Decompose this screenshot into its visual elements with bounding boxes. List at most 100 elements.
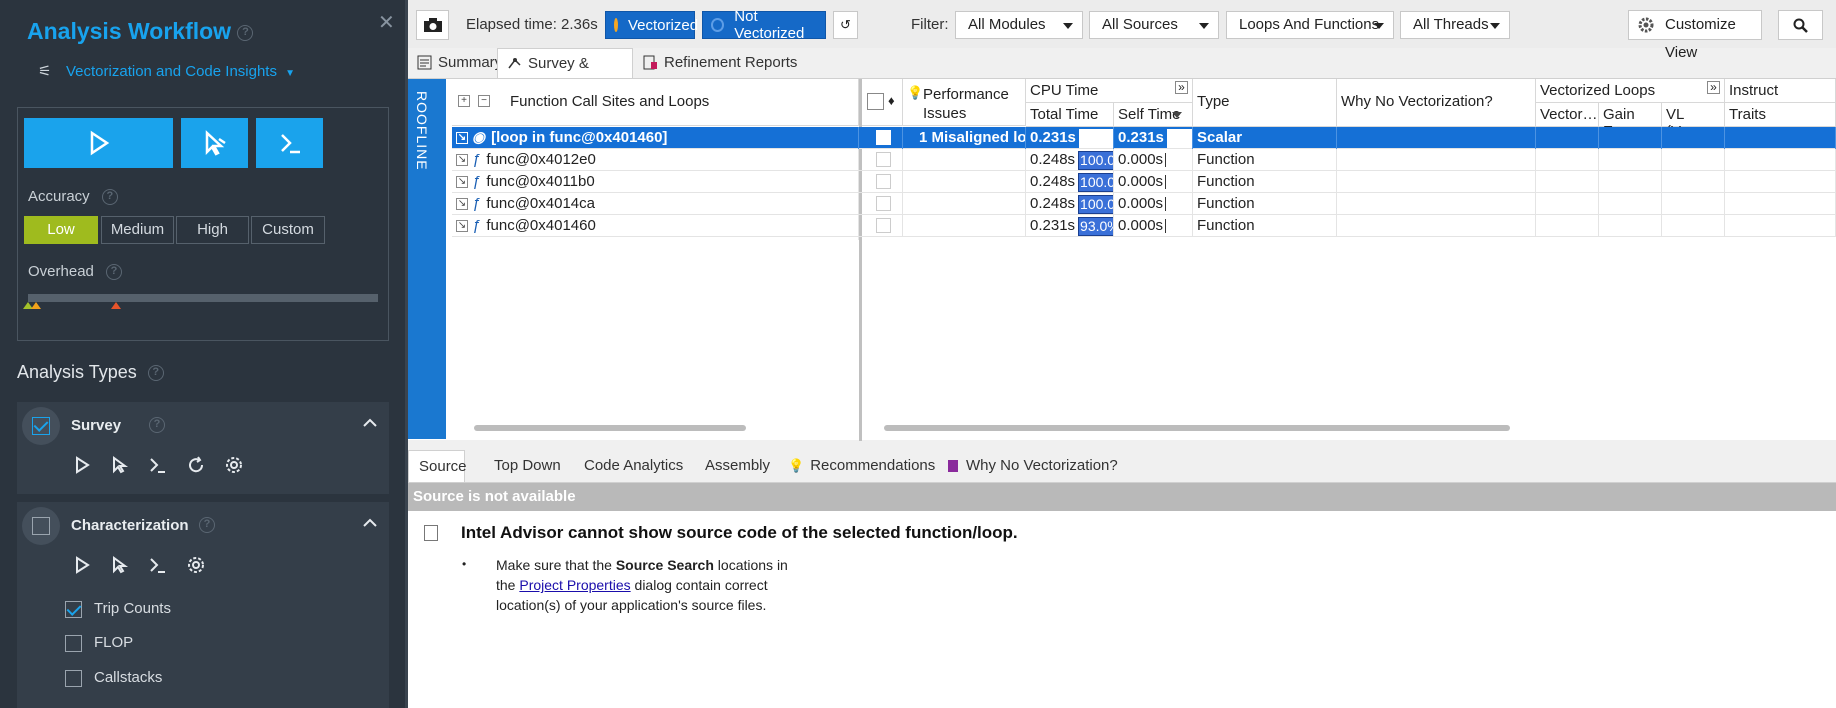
roofline-sidebar-toggle[interactable]: ROOFLINE <box>408 79 446 439</box>
cpu-time-header[interactable]: CPU Time » <box>1026 79 1193 103</box>
option-callstacks[interactable]: Callstacks <box>65 669 162 687</box>
navigate-icon[interactable]: ↘ <box>456 220 468 233</box>
tree-horizontal-scrollbar[interactable] <box>474 425 746 431</box>
run-button[interactable] <box>24 118 173 168</box>
trip-counts-checkbox[interactable] <box>65 600 82 618</box>
snapshot-button[interactable] <box>416 10 449 40</box>
help-icon[interactable]: ? <box>101 189 118 206</box>
help-icon[interactable]: ? <box>149 417 165 433</box>
tab-recommendations[interactable]: 💡 Recommendations <box>788 450 935 482</box>
row-checkbox[interactable] <box>876 196 891 211</box>
chevron-up-icon[interactable] <box>363 416 377 430</box>
help-icon[interactable]: ? <box>106 264 123 281</box>
help-icon[interactable]: ? <box>147 365 164 382</box>
help-icon[interactable]: ? <box>199 517 215 533</box>
project-properties-link[interactable]: Project Properties <box>519 577 630 593</box>
tab-summary[interactable]: Summary <box>408 48 502 78</box>
navigate-icon[interactable]: ↘ <box>456 198 468 211</box>
threads-dropdown[interactable]: All Threads <box>1400 11 1510 39</box>
search-button[interactable] <box>1778 10 1823 40</box>
option-trip-counts[interactable]: Trip Counts <box>65 600 171 618</box>
close-icon[interactable]: ✕ <box>378 10 395 35</box>
customize-view-button[interactable]: Customize View <box>1628 10 1762 61</box>
sel-cell <box>862 193 903 215</box>
row-checkbox[interactable] <box>876 130 891 145</box>
accuracy-low-button[interactable]: Low <box>24 216 98 244</box>
tab-code-analytics[interactable]: Code Analytics <box>584 450 683 482</box>
table-row[interactable]: ↘ƒfunc@0x4014ca0.248s100.0%0.000sFunctio… <box>452 193 1836 218</box>
expand-column-icon[interactable]: » <box>1175 81 1188 94</box>
why-no-vectorization-header[interactable]: Why No Vectorization? <box>1337 79 1536 127</box>
not-vectorized-filter-button[interactable]: Not Vectorized <box>702 8 826 42</box>
row-checkbox[interactable] <box>876 152 891 167</box>
vl-header[interactable]: VL (Ve… <box>1662 103 1725 140</box>
perf-issues-header[interactable]: 💡 Performance Issues <box>903 79 1026 126</box>
tab-source[interactable]: Source <box>408 450 467 482</box>
tab-survey-roofline[interactable]: Survey & Roofline <box>497 48 633 102</box>
vectorized-filter-button[interactable]: Vectorized <box>605 11 698 39</box>
why-cell <box>1337 193 1536 215</box>
tab-why-no-vectorization[interactable]: Why No Vectorization? <box>948 450 1118 482</box>
command-line-button[interactable] <box>256 118 323 168</box>
callstacks-checkbox[interactable] <box>65 669 82 687</box>
table-row[interactable]: ↘ƒfunc@0x4012e00.248s100.0%0.000sFunctio… <box>452 149 1836 174</box>
play-icon[interactable] <box>71 454 93 476</box>
chevron-up-icon[interactable] <box>363 516 377 530</box>
terminal-icon[interactable] <box>147 454 169 476</box>
survey-checkbox[interactable] <box>32 417 50 435</box>
function-name-cell[interactable]: ↘ ƒ func@0x401460 <box>452 215 859 240</box>
option-flop[interactable]: FLOP <box>65 634 133 652</box>
accuracy-high-button[interactable]: High <box>176 216 249 244</box>
type-header[interactable]: Type <box>1193 79 1337 127</box>
cursor-run-icon[interactable] <box>109 554 131 576</box>
navigate-icon[interactable]: ↘ <box>456 176 468 189</box>
gear-icon[interactable] <box>185 554 207 576</box>
instruction-set-header[interactable]: Instruct <box>1725 79 1836 103</box>
refresh-icon[interactable] <box>185 454 207 476</box>
loop-filter-button[interactable]: ↺ <box>833 11 858 39</box>
flop-checkbox[interactable] <box>65 634 82 652</box>
sources-dropdown[interactable]: All Sources <box>1089 11 1219 39</box>
tab-top-down[interactable]: Top Down <box>494 450 561 482</box>
gain-header[interactable]: Gain E… <box>1599 103 1662 140</box>
cursor-run-icon[interactable] <box>109 454 131 476</box>
accuracy-medium-button[interactable]: Medium <box>101 216 174 244</box>
run-selected-button[interactable] <box>181 118 248 168</box>
tab-refinement-reports[interactable]: Refinement Reports <box>634 48 804 78</box>
characterization-header[interactable]: Characterization ? <box>17 502 389 552</box>
table-row[interactable]: ↘ ◉ [loop in func@0x401460] 1 Misaligned lo… <box>452 127 1836 152</box>
select-all-checkbox[interactable] <box>867 93 884 110</box>
metrics-horizontal-scrollbar[interactable] <box>884 425 1510 431</box>
perf-issue-text[interactable]: 1 Misaligned lo… <box>903 129 1025 146</box>
play-icon[interactable] <box>71 554 93 576</box>
v1-cell <box>1536 193 1599 215</box>
loops-dropdown[interactable]: Loops And Functions <box>1226 11 1394 39</box>
characterization-checkbox[interactable] <box>32 517 50 535</box>
vectorized-loops-header[interactable]: Vectorized Loops » <box>1536 79 1725 103</box>
navigate-icon[interactable]: ↘ <box>456 154 468 167</box>
function-column-header[interactable]: + − Function Call Sites and Loops <box>452 79 859 126</box>
cpu-time-header-label: CPU Time <box>1030 82 1099 99</box>
collapse-all-icon[interactable]: − <box>478 95 490 107</box>
select-column-header[interactable]: ♦ <box>862 79 903 126</box>
traits-header[interactable]: Traits <box>1725 103 1836 127</box>
workflow-selector[interactable]: ⚟ Vectorization and Code Insights ▼ <box>38 62 295 80</box>
row-checkbox[interactable] <box>876 218 891 233</box>
accuracy-custom-button[interactable]: Custom <box>251 216 325 244</box>
total-time-header[interactable]: Total Time <box>1026 103 1114 127</box>
expand-column-icon[interactable]: » <box>1707 81 1720 94</box>
table-row[interactable]: ↘ƒfunc@0x4014600.231s93.0%0.000sFunction <box>452 215 1836 240</box>
self-time-header[interactable]: Self Time <box>1114 103 1193 127</box>
help-icon[interactable]: ? <box>237 24 254 41</box>
survey-header[interactable]: Survey ? <box>17 402 389 452</box>
vector-isa-header[interactable]: Vector… <box>1536 103 1599 127</box>
overhead-label: Overhead ? <box>28 263 123 281</box>
modules-dropdown[interactable]: All Modules <box>955 11 1083 39</box>
expand-all-icon[interactable]: + <box>458 95 470 107</box>
gear-icon[interactable] <box>223 454 245 476</box>
row-checkbox[interactable] <box>876 174 891 189</box>
table-row[interactable]: ↘ƒfunc@0x4011b00.248s100.0%0.000sFunctio… <box>452 171 1836 196</box>
terminal-icon[interactable] <box>147 554 169 576</box>
navigate-icon[interactable]: ↘ <box>456 132 468 145</box>
tab-assembly[interactable]: Assembly <box>705 450 770 482</box>
